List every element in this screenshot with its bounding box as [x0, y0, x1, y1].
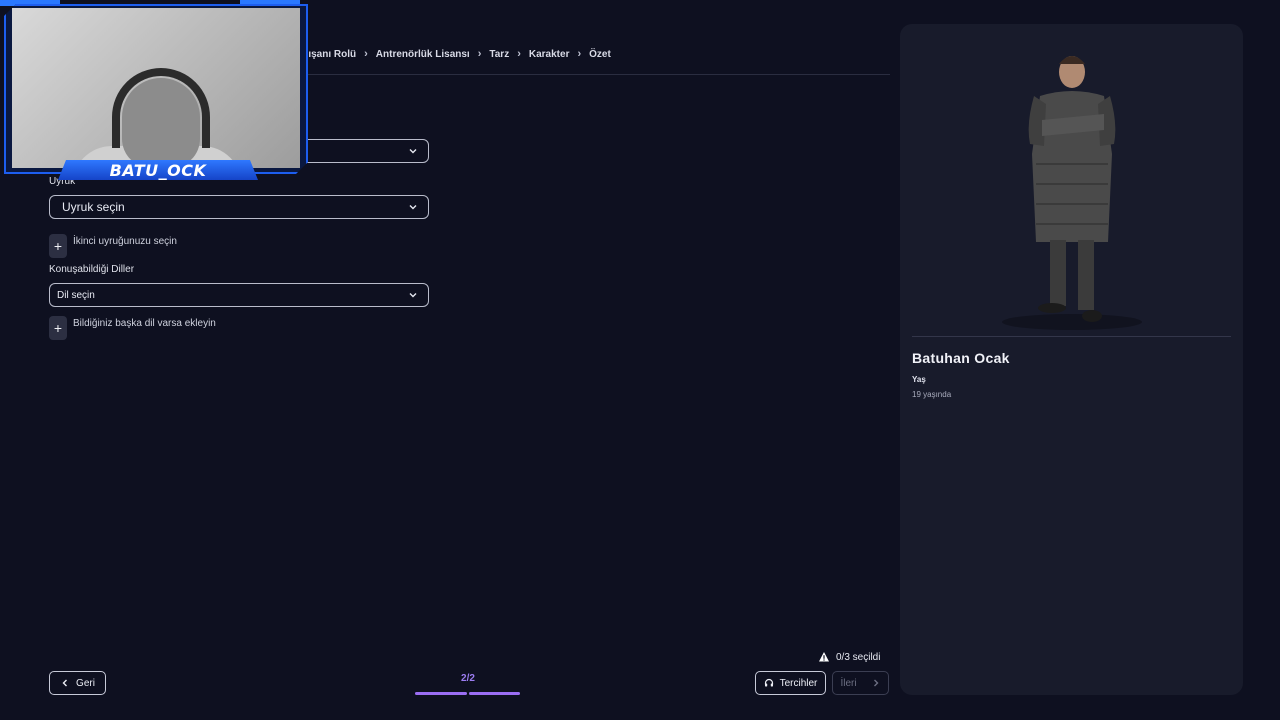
preferences-button-label: Tercihler	[779, 677, 818, 689]
chevron-right-icon: ›	[517, 48, 521, 60]
breadcrumb-item-summary[interactable]: Özet	[589, 49, 611, 60]
chevron-down-icon	[408, 290, 418, 300]
chevron-down-icon	[408, 202, 418, 212]
breadcrumb-item-license[interactable]: Antrenörlük Lisansı	[376, 49, 470, 60]
plus-icon: +	[53, 320, 63, 336]
breadcrumb-item-character[interactable]: Karakter	[529, 49, 570, 60]
back-button-label: Geri	[76, 677, 95, 689]
chevron-left-icon	[62, 679, 68, 687]
add-language-text: Bildiğiniz başka dil varsa ekleyin	[73, 318, 216, 329]
back-button[interactable]: Geri	[49, 671, 106, 695]
chevron-right-icon: ›	[477, 48, 482, 60]
header-divider	[300, 74, 890, 75]
panel-divider	[912, 336, 1231, 337]
breadcrumb: alışanı Rolü › Antrenörlük Lisansı › Tar…	[300, 48, 611, 60]
next-button-label: İleri	[840, 677, 857, 689]
nationality-select-value: Uyruk seçin	[62, 200, 125, 214]
chevron-right-icon: ›	[364, 48, 368, 60]
chevron-right-icon	[873, 679, 879, 687]
headset-icon	[764, 678, 773, 687]
warning-icon	[819, 652, 829, 662]
webcam-overlay: BATU_OCK	[0, 0, 310, 180]
languages-label: Konuşabildiği Diller	[49, 264, 135, 275]
age-value: 19 yaşında	[912, 390, 952, 399]
selection-status-text: 0/3 seçildi	[836, 651, 881, 663]
next-button[interactable]: İleri	[832, 671, 889, 695]
add-language-row: + Bildiğiniz başka dil varsa ekleyin	[49, 316, 216, 340]
selection-status: 0/3 seçildi	[818, 651, 880, 663]
add-second-nationality-button[interactable]: +	[49, 234, 67, 258]
page-indicator: 2/2	[461, 673, 475, 684]
pager-step-2	[469, 692, 520, 695]
breadcrumb-item-style[interactable]: Tarz	[489, 49, 509, 60]
character-name: Batuhan Ocak	[912, 350, 1010, 366]
second-nationality-text: İkinci uyruğunuzu seçin	[73, 236, 177, 247]
headset-graphic	[112, 68, 210, 148]
streamer-nameplate: BATU_OCK	[58, 160, 258, 180]
pager-step-1	[415, 692, 467, 695]
add-language-button[interactable]: +	[49, 316, 67, 340]
character-model-image	[1002, 56, 1142, 330]
chevron-down-icon	[408, 146, 418, 156]
preferences-button[interactable]: Tercihler	[755, 671, 826, 695]
chevron-right-icon: ›	[577, 48, 582, 60]
plus-icon: +	[53, 238, 63, 254]
nationality-select[interactable]: Uyruk seçin	[49, 195, 429, 219]
second-nationality-row: + İkinci uyruğunuzu seçin	[49, 234, 177, 258]
webcam-video	[12, 8, 300, 168]
character-preview-panel: Batuhan Ocak Yaş 19 yaşında	[900, 24, 1243, 695]
language-select[interactable]: Dil seçin	[49, 283, 429, 307]
age-label: Yaş	[912, 375, 926, 384]
character-avatar	[912, 34, 1231, 336]
language-select-value: Dil seçin	[57, 289, 95, 301]
